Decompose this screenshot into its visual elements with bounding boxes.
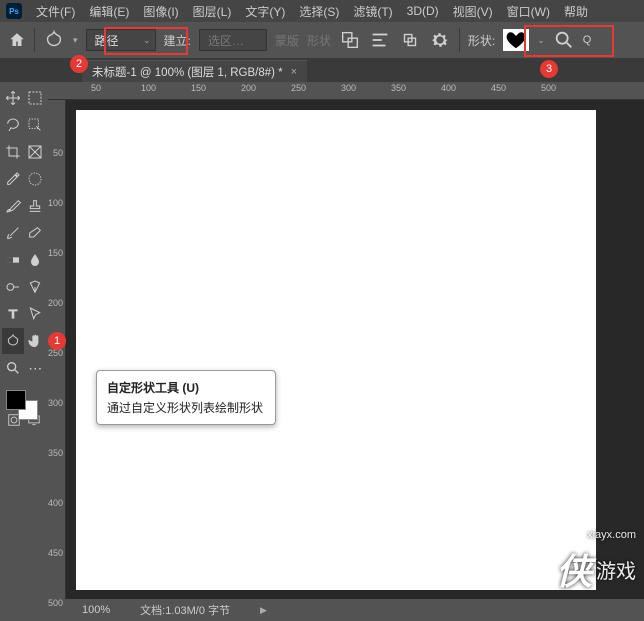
gear-icon[interactable] — [429, 29, 451, 51]
q-label: Q — [583, 34, 592, 46]
canvas[interactable] — [76, 110, 596, 590]
chevron-down-icon: ⌄ — [143, 35, 151, 46]
path-select-tool[interactable] — [25, 301, 47, 327]
move-tool[interactable] — [2, 85, 24, 111]
doc-info[interactable]: 文档:1.03M/0 字节 — [140, 602, 230, 618]
chevron-down-icon[interactable]: ⌄ — [537, 35, 545, 46]
mask-button[interactable]: 蒙版 — [275, 32, 299, 49]
shape-tool-icon[interactable] — [43, 29, 65, 51]
foreground-color[interactable] — [6, 390, 26, 410]
brush-tool[interactable] — [2, 193, 24, 219]
eraser-tool[interactable] — [25, 220, 47, 246]
color-swatches[interactable] — [2, 388, 46, 420]
menu-3d[interactable]: 3D(D) — [407, 4, 439, 18]
badge-3: 3 — [540, 60, 558, 78]
blur-tool[interactable] — [25, 247, 47, 273]
pen-tool[interactable] — [25, 274, 47, 300]
marquee-tool[interactable] — [25, 85, 47, 111]
lasso-tool[interactable] — [2, 112, 24, 138]
document-tab[interactable]: 未标题-1 @ 100% (图层 1, RGB/8#) * × — [82, 60, 307, 82]
zoom-tool[interactable] — [2, 355, 24, 381]
menu-edit[interactable]: 编辑(E) — [89, 3, 129, 20]
type-tool[interactable] — [2, 301, 24, 327]
separator — [34, 28, 35, 52]
eyedropper-tool[interactable] — [2, 166, 24, 192]
tool-tooltip: 自定形状工具 (U) 通过自定义形状列表绘制形状 — [96, 370, 276, 425]
gradient-tool[interactable] — [2, 247, 24, 273]
watermark-url: xiayx.com — [556, 529, 636, 541]
menu-type[interactable]: 文字(Y) — [245, 3, 285, 20]
align-icon[interactable] — [369, 29, 391, 51]
history-brush-tool[interactable] — [2, 220, 24, 246]
frame-tool[interactable] — [25, 139, 47, 165]
crop-tool[interactable] — [2, 139, 24, 165]
ps-logo-icon: Ps — [6, 3, 22, 19]
chevron-down-icon[interactable]: ▾ — [73, 35, 78, 46]
document-tab-title: 未标题-1 @ 100% (图层 1, RGB/8#) * — [92, 64, 283, 80]
healing-tool[interactable] — [25, 166, 47, 192]
menu-view[interactable]: 视图(V) — [453, 3, 493, 20]
menu-filter[interactable]: 滤镜(T) — [353, 3, 392, 20]
shape-swatch[interactable] — [503, 29, 529, 51]
tooltip-desc: 通过自定义形状列表绘制形状 — [107, 399, 265, 416]
mode-select[interactable]: 路径 ⌄ — [86, 29, 156, 51]
work-area: ⋯ 50 100 150 200 250 300 350 400 450 500… — [0, 82, 644, 599]
watermark: xiayx.com 侠 游戏 — [556, 529, 636, 595]
options-bar: ▾ 路径 ⌄ 建立: 选区… 蒙版 形状 形状: ⌄ Q — [0, 22, 644, 58]
zoom-level[interactable]: 100% — [82, 604, 110, 616]
horizontal-ruler: 50 100 150 200 250 300 350 400 450 500 — [48, 82, 644, 100]
build-label: 建立: — [164, 32, 191, 49]
search-icon[interactable] — [553, 29, 575, 51]
canvas-area[interactable] — [66, 100, 644, 599]
menu-select[interactable]: 选择(S) — [299, 3, 339, 20]
dodge-tool[interactable] — [2, 274, 24, 300]
shape-picker-label: 形状: — [468, 32, 495, 49]
menu-help[interactable]: 帮助 — [564, 3, 588, 20]
canvas-wrapper: 50 100 150 200 250 300 350 400 450 500 5… — [48, 82, 644, 599]
toolbox: ⋯ — [0, 82, 48, 599]
quickselect-tool[interactable] — [25, 112, 47, 138]
menu-window[interactable]: 窗口(W) — [507, 3, 550, 20]
mode-select-label: 路径 — [95, 32, 119, 49]
badge-1: 1 — [48, 332, 66, 350]
menu-image[interactable]: 图像(I) — [143, 3, 178, 20]
shape-button[interactable]: 形状 — [307, 32, 331, 49]
menu-bar: Ps 文件(F) 编辑(E) 图像(I) 图层(L) 文字(Y) 选择(S) 滤… — [0, 0, 644, 22]
menu-file[interactable]: 文件(F) — [36, 3, 75, 20]
heart-icon — [506, 31, 526, 49]
menu-layer[interactable]: 图层(L) — [193, 3, 232, 20]
watermark-text: 游戏 — [596, 555, 636, 584]
close-icon[interactable]: × — [291, 66, 297, 78]
status-bar: 100% 文档:1.03M/0 字节 ▶ — [0, 599, 644, 621]
custom-shape-tool[interactable] — [2, 328, 24, 354]
chevron-right-icon[interactable]: ▶ — [260, 605, 267, 616]
badge-2: 2 — [70, 55, 88, 73]
stamp-tool[interactable] — [25, 193, 47, 219]
tooltip-title: 自定形状工具 (U) — [107, 379, 265, 396]
hand-tool[interactable] — [25, 328, 47, 354]
home-icon[interactable] — [8, 31, 26, 49]
path-ops-icon[interactable] — [339, 29, 361, 51]
edit-toolbar-icon[interactable]: ⋯ — [25, 355, 47, 381]
arrange-icon[interactable] — [399, 29, 421, 51]
watermark-logo-icon: 侠 — [556, 543, 592, 595]
selection-button[interactable]: 选区… — [199, 29, 267, 51]
separator — [459, 28, 460, 52]
